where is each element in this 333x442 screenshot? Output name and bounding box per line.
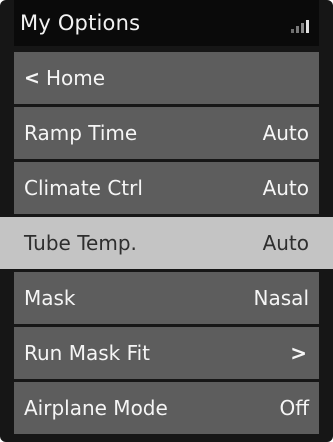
menu-item-mask[interactable]: Mask Nasal — [14, 272, 319, 324]
signal-strength-icon — [291, 17, 313, 33]
chevron-left-icon: < — [24, 67, 40, 89]
menu-item-value: Auto — [262, 121, 309, 145]
menu-item-value: Off — [279, 396, 309, 420]
menu-item-label: Home — [46, 66, 106, 90]
menu-item-label: Airplane Mode — [24, 396, 168, 420]
menu-item-tube-temp[interactable]: Tube Temp. Auto — [0, 217, 333, 269]
title-bar: My Options — [14, 0, 319, 46]
menu-item-airplane-mode[interactable]: Airplane Mode Off — [14, 382, 319, 434]
menu-item-value: Nasal — [253, 286, 309, 310]
home-back-item[interactable]: < Home — [14, 52, 319, 104]
menu-item-label: Mask — [24, 286, 76, 310]
options-menu: < Home Ramp Time Auto Climate Ctrl Auto … — [0, 52, 333, 442]
menu-item-climate-ctrl[interactable]: Climate Ctrl Auto — [14, 162, 319, 214]
menu-item-label: Ramp Time — [24, 121, 138, 145]
menu-item-value: Auto — [262, 231, 309, 255]
menu-item-label: Tube Temp. — [24, 231, 137, 255]
device-screen: My Options < Home Ramp Time Auto Climate… — [0, 0, 333, 442]
chevron-right-icon: > — [290, 341, 307, 365]
page-title: My Options — [20, 11, 141, 35]
menu-item-ramp-time[interactable]: Ramp Time Auto — [14, 107, 319, 159]
menu-item-run-mask-fit[interactable]: Run Mask Fit > — [14, 327, 319, 379]
menu-item-label: Run Mask Fit — [24, 341, 151, 365]
menu-item-value: Auto — [262, 176, 309, 200]
menu-item-label: Climate Ctrl — [24, 176, 143, 200]
